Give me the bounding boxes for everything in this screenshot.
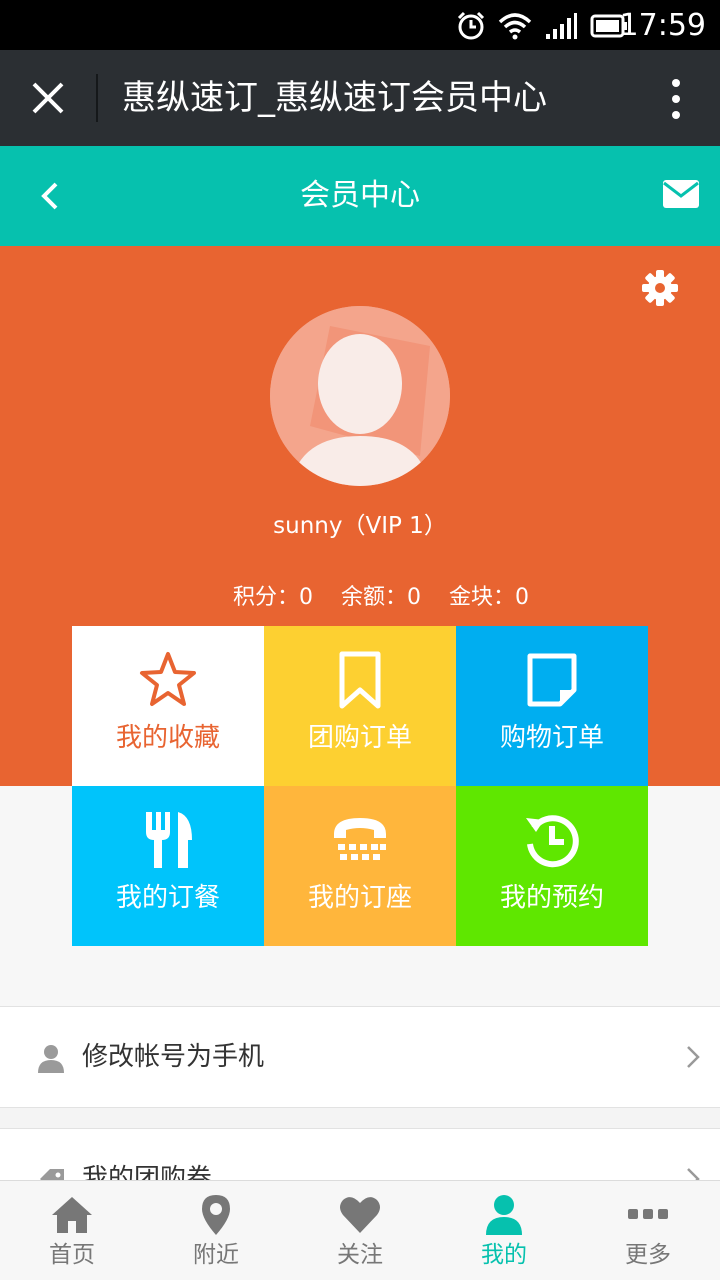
- location-pin-icon: [202, 1195, 230, 1235]
- status-time: 17:59: [619, 8, 706, 43]
- tile-meal-orders[interactable]: 我的订餐: [72, 786, 264, 946]
- tile-favorites[interactable]: 我的收藏: [72, 626, 264, 786]
- tile-appointments[interactable]: 我的预约: [456, 786, 648, 946]
- close-icon[interactable]: [24, 74, 72, 122]
- default-avatar-icon: [270, 306, 450, 486]
- nav-mine[interactable]: 我的: [432, 1181, 576, 1280]
- phone-icon: [334, 818, 386, 860]
- nav-label: 首页: [49, 1242, 95, 1268]
- title-divider: [96, 74, 98, 122]
- nav-follow[interactable]: 关注: [288, 1181, 432, 1280]
- alarm-icon: [457, 11, 485, 40]
- tile-label: 我的收藏: [115, 723, 220, 753]
- more-menu-icon[interactable]: [668, 78, 684, 120]
- balance-value: 0: [407, 585, 421, 610]
- bottom-nav: 首页 附近 关注 我的 更多: [0, 1180, 720, 1280]
- person-icon: [486, 1195, 522, 1235]
- function-grid: 我的收藏 团购订单 购物订单 我的订餐 我的订座 我的预约: [72, 626, 648, 946]
- gold-value: 0: [515, 585, 530, 610]
- wifi-icon: [498, 13, 532, 40]
- nav-home[interactable]: 首页: [0, 1181, 144, 1280]
- tile-label: 我的订餐: [115, 883, 220, 913]
- home-icon: [52, 1197, 92, 1233]
- cutlery-icon: [146, 812, 192, 868]
- balance-label: 余额: [340, 585, 385, 610]
- page-title: 会员中心: [300, 178, 420, 213]
- browser-title: 惠纵速订_惠纵速订会员中心: [122, 78, 547, 118]
- signal-icon: [546, 13, 577, 39]
- browser-title-bar: 惠纵速订_惠纵速订会员中心: [0, 50, 720, 146]
- page-header: 会员中心: [0, 146, 720, 246]
- star-icon: [140, 652, 196, 706]
- avatar[interactable]: [270, 306, 450, 486]
- list-item-change-phone[interactable]: 修改帐号为手机: [0, 1006, 720, 1108]
- points-value: 0: [298, 585, 313, 610]
- tile-group-orders[interactable]: 团购订单: [264, 626, 456, 786]
- tile-label: 我的预约: [499, 883, 604, 913]
- tile-label: 购物订单: [499, 723, 604, 753]
- user-icon: [38, 1045, 64, 1073]
- status-bar: 17:59: [0, 0, 720, 50]
- more-icon: [628, 1209, 668, 1219]
- tile-label: 团购订单: [307, 723, 412, 753]
- nav-label: 更多: [625, 1242, 671, 1268]
- gold-label: 金块: [448, 585, 493, 610]
- nav-label: 附近: [193, 1242, 239, 1268]
- tile-shopping-orders[interactable]: 购物订单: [456, 626, 648, 786]
- heart-icon: [340, 1197, 380, 1233]
- mail-icon[interactable]: [662, 178, 700, 210]
- tile-label: 我的订座: [307, 883, 412, 913]
- points-label: 积分: [232, 585, 277, 610]
- status-icons: [456, 10, 628, 42]
- chevron-right-icon: [687, 1046, 700, 1068]
- gear-icon[interactable]: [640, 268, 680, 308]
- nav-more[interactable]: 更多: [576, 1181, 720, 1280]
- history-icon: [526, 815, 579, 868]
- tile-seat-booking[interactable]: 我的订座: [264, 786, 456, 946]
- list-item-label: 修改帐号为手机: [82, 1042, 265, 1072]
- bookmark-icon: [339, 651, 381, 709]
- user-name-level: sunny（VIP 1）: [273, 513, 447, 539]
- note-icon: [527, 653, 577, 707]
- nav-label: 我的: [481, 1242, 527, 1268]
- nav-nearby[interactable]: 附近: [144, 1181, 288, 1280]
- nav-label: 关注: [337, 1242, 383, 1268]
